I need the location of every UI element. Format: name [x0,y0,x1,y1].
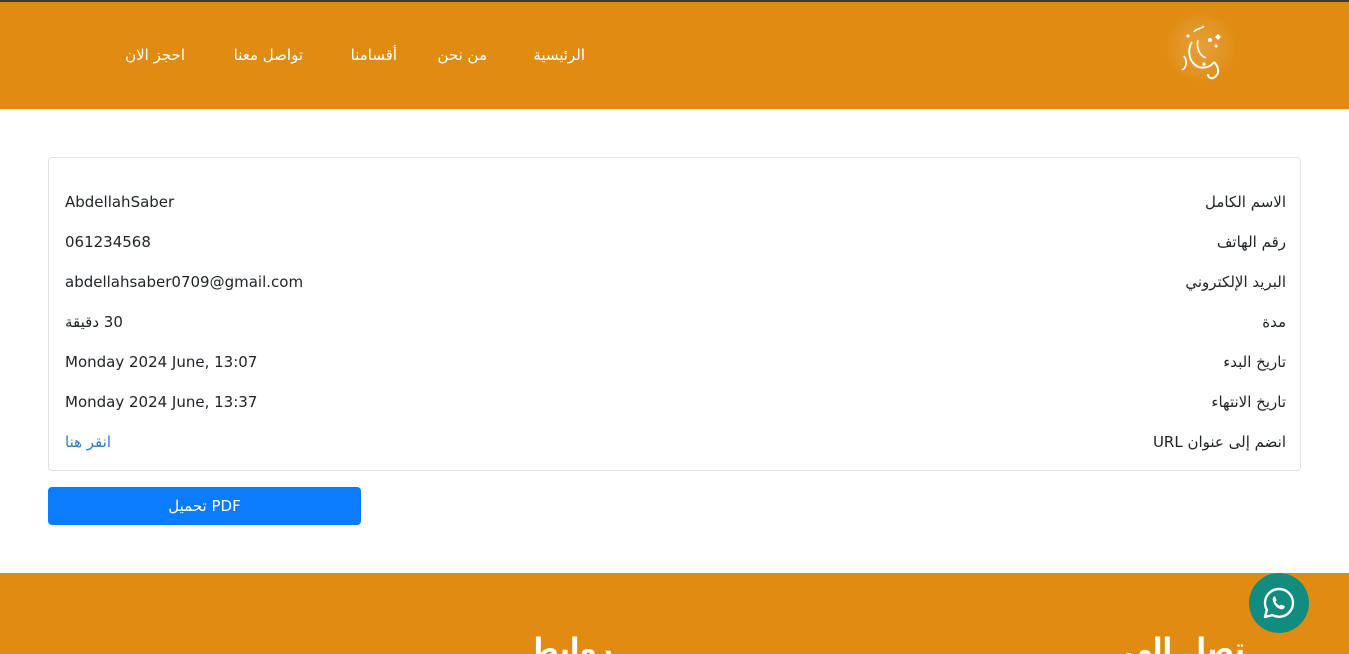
email-label: البريد الإلكتروني [1185,273,1286,291]
nav-departments[interactable]: أقسامنا [351,45,397,65]
full-name-value: AbdellahSaber [65,193,175,211]
footer-links-heading: روابط [529,632,613,654]
phone-value: 061234568 [65,233,151,251]
row-email: البريد الإلكتروني abdellahsaber0709@gmai… [49,270,1302,294]
row-join-url: انضم إلى عنوان URL انقر هنا [49,430,1302,454]
nav-book-now[interactable]: احجز الان [125,45,185,65]
join-url-link[interactable]: انقر هنا [65,430,111,454]
row-duration: مدة 30 دقيقة [49,310,1302,334]
main-nav: الرئيسية من نحن أقسامنا تواصل معنا احجز … [0,2,1349,109]
nav-about[interactable]: من نحن [438,45,488,65]
whatsapp-icon [1263,587,1295,619]
row-phone: رقم الهاتف 061234568 [49,230,1302,254]
start-date-value: Monday 2024 June, 13:07 [65,353,258,371]
booking-details-card: الاسم الكامل AbdellahSaber رقم الهاتف 06… [48,157,1301,471]
site-logo[interactable] [1166,12,1236,82]
footer-contact-heading: تصل الي [1123,632,1245,654]
footer: تصل الي روابط [0,573,1349,654]
row-full-name: الاسم الكامل AbdellahSaber [49,190,1302,214]
calligraphy-logo-icon [1181,25,1221,80]
email-value: abdellahsaber0709@gmail.com [65,273,304,291]
duration-value: 30 دقيقة [65,313,123,331]
phone-label: رقم الهاتف [1216,233,1286,251]
full-name-label: الاسم الكامل [1204,193,1286,211]
end-date-label: تاريخ الانتهاء [1211,393,1286,411]
end-date-value: Monday 2024 June, 13:37 [65,393,258,411]
row-start-date: تاريخ البدء Monday 2024 June, 13:07 [49,350,1302,374]
duration-label: مدة [1262,313,1286,331]
nav-home[interactable]: الرئيسية [533,45,585,65]
download-pdf-button[interactable]: تحميل PDF [48,487,361,525]
whatsapp-button[interactable] [1249,573,1309,633]
navbar: الرئيسية من نحن أقسامنا تواصل معنا احجز … [0,2,1349,109]
join-url-label: انضم إلى عنوان URL [1152,433,1286,451]
start-date-label: تاريخ البدء [1223,353,1286,371]
row-end-date: تاريخ الانتهاء Monday 2024 June, 13:37 [49,390,1302,414]
nav-contact[interactable]: تواصل معنا [234,45,303,65]
